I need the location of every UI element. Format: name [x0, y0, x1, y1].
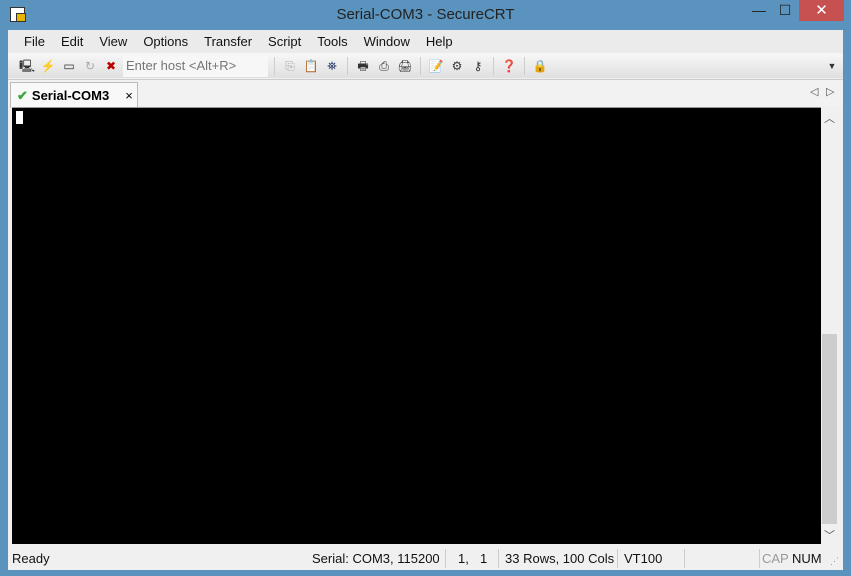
- reconnect-icon[interactable]: ↻: [81, 57, 99, 75]
- global-options-icon[interactable]: ⚙: [448, 57, 466, 75]
- connect-in-tab-icon[interactable]: ▭: [60, 57, 78, 75]
- menu-bar: File Edit View Options Transfer Script T…: [8, 30, 843, 53]
- tab-bar: ✔ Serial-COM3 × ◁ ▷: [8, 79, 843, 108]
- terminal[interactable]: [12, 107, 822, 544]
- menu-options[interactable]: Options: [135, 30, 196, 53]
- status-col: 1: [480, 551, 488, 566]
- status-row: 1,: [458, 551, 469, 566]
- menu-script[interactable]: Script: [260, 30, 309, 53]
- menu-tools[interactable]: Tools: [309, 30, 355, 53]
- status-bar: Ready Serial: COM3, 115200 1, 1 33 Rows,…: [8, 547, 843, 570]
- title-bar: Serial-COM3 - SecureCRT — ☐ ✕: [0, 0, 851, 31]
- status-emulation: VT100: [624, 551, 663, 566]
- tab-scroll-left-icon[interactable]: ◁: [810, 85, 818, 98]
- toolbar-overflow-icon[interactable]: ▼: [823, 57, 841, 75]
- copy-icon[interactable]: ⎘: [281, 57, 299, 75]
- window-title: Serial-COM3 - SecureCRT: [336, 6, 515, 23]
- menu-window[interactable]: Window: [356, 30, 418, 53]
- minimize-button[interactable]: —: [745, 0, 773, 21]
- tab-label: Serial-COM3: [31, 88, 110, 103]
- tab-close-icon[interactable]: ×: [125, 88, 133, 103]
- tab-scroll-right-icon[interactable]: ▷: [826, 85, 834, 98]
- maximize-button[interactable]: ☐: [771, 0, 799, 21]
- status-size: 33 Rows, 100 Cols: [505, 551, 615, 566]
- session-options-icon[interactable]: 📝: [427, 57, 445, 75]
- separator: [493, 56, 494, 75]
- check-icon: ✔: [17, 87, 28, 103]
- lock-icon[interactable]: 🔒: [531, 57, 549, 75]
- print-icon[interactable]: 🖨: [396, 57, 414, 75]
- key-icon[interactable]: ⚷: [469, 57, 487, 75]
- menu-view[interactable]: View: [91, 30, 135, 53]
- separator: [524, 56, 525, 75]
- vertical-scrollbar[interactable]: ︿ ﹀: [821, 107, 838, 544]
- menu-edit[interactable]: Edit: [53, 30, 91, 53]
- menu-transfer[interactable]: Transfer: [196, 30, 260, 53]
- help-icon[interactable]: ❓: [500, 57, 518, 75]
- find-icon[interactable]: ⛯: [323, 57, 341, 75]
- paste-icon[interactable]: 📋: [302, 57, 320, 75]
- scroll-up-icon[interactable]: ︿: [821, 110, 838, 126]
- status-connection: Serial: COM3, 115200: [312, 551, 440, 566]
- cursor: [16, 111, 23, 124]
- scroll-thumb[interactable]: [822, 334, 837, 524]
- toolbar: 🖳 ⚡ ▭ ↻ ✖ ⎘ 📋 ⛯ 🖶 ⎙ 🖨 📝 ⚙ ⚷ ❓ 🔒 ▼: [8, 53, 843, 78]
- resize-grip-icon[interactable]: ⋰: [830, 556, 839, 567]
- separator: [420, 56, 421, 75]
- status-num: NUM: [792, 551, 822, 566]
- connect-icon[interactable]: 🖳: [18, 57, 36, 75]
- menu-file[interactable]: File: [16, 30, 53, 53]
- status-cap: CAP: [762, 551, 789, 566]
- separator: [274, 56, 275, 75]
- separator: [347, 56, 348, 75]
- close-button[interactable]: ✕: [799, 0, 844, 21]
- disconnect-icon[interactable]: ✖: [102, 57, 120, 75]
- print-selection-icon[interactable]: ⎙: [375, 57, 393, 75]
- scroll-down-icon[interactable]: ﹀: [821, 527, 838, 543]
- quick-connect-icon[interactable]: ⚡: [39, 57, 57, 75]
- print-screen-icon[interactable]: 🖶: [354, 57, 372, 75]
- status-ready: Ready: [12, 551, 50, 566]
- tab-serial-com3[interactable]: ✔ Serial-COM3 ×: [10, 82, 138, 108]
- menu-help[interactable]: Help: [418, 30, 461, 53]
- host-input[interactable]: [123, 54, 268, 77]
